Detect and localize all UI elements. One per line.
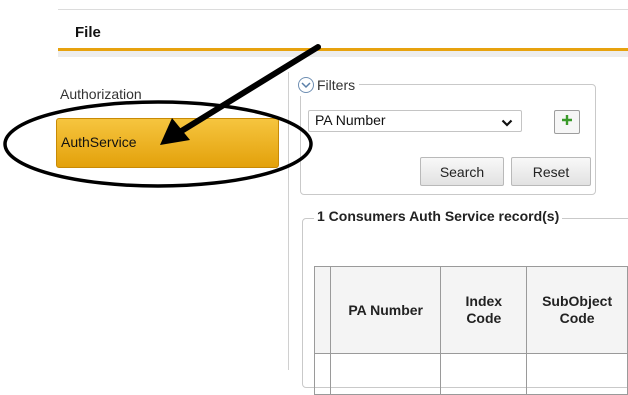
arrow-annotation: [160, 44, 321, 145]
ellipse-annotation: [3, 100, 313, 188]
annotation-overlay: [3, 44, 321, 188]
